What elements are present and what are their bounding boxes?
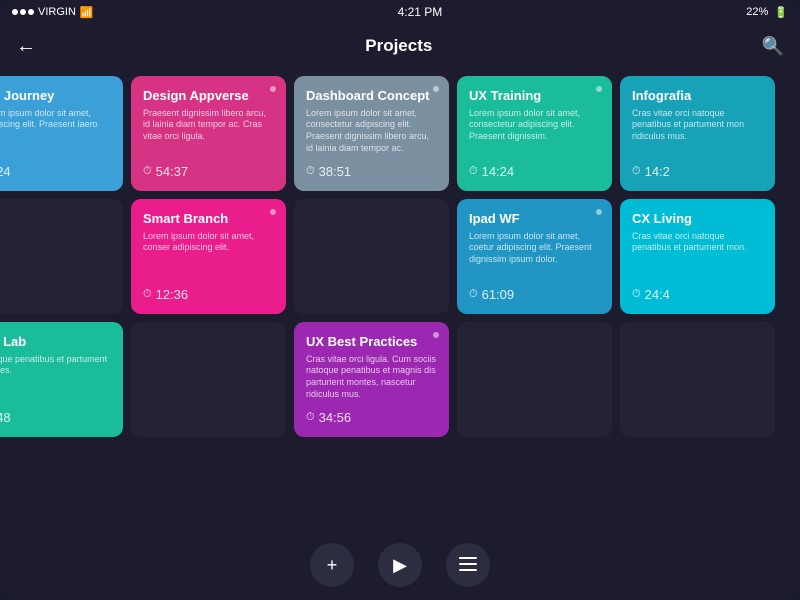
card-empty-3 xyxy=(131,322,286,437)
signal-dot-2 xyxy=(20,9,26,15)
status-time: 4:21 PM xyxy=(398,5,443,19)
signal-dot-1 xyxy=(12,9,18,15)
card-dashboard-concept[interactable]: Dashboard Concept Lorem ipsum dolor sit … xyxy=(294,76,449,191)
card-body: Lorem ipsum dolor sit amet, conser adipi… xyxy=(143,231,274,254)
timer-value: 14:2 xyxy=(645,164,670,179)
card-timer: ⏱ :24 xyxy=(0,164,111,179)
card-dot xyxy=(433,86,439,92)
timer-value: 54:37 xyxy=(156,164,189,179)
timer-icon: ⏱ xyxy=(143,165,152,178)
card-dot xyxy=(270,209,276,215)
card-body: Praesent dignissim libero arcu, id laini… xyxy=(143,108,274,143)
card-body: Lorem ipsum dolor sit amet, consectetur … xyxy=(306,108,437,155)
card-ing-lab[interactable]: ing Lab natoque penatibus et partument m… xyxy=(0,322,123,437)
card-dot xyxy=(270,86,276,92)
timer-value: 14:24 xyxy=(482,164,515,179)
card-dot xyxy=(596,86,602,92)
card-timer: ⏱ 14:2 xyxy=(632,164,763,179)
wifi-icon: 📶 xyxy=(80,6,94,19)
back-button[interactable]: ← xyxy=(16,35,36,58)
cards-grid: ner Journey Lorem ipsum dolor sit amet, … xyxy=(0,76,752,437)
battery-icon: 🔋 xyxy=(774,6,788,19)
add-button[interactable]: + xyxy=(310,543,354,587)
timer-icon: ⏱ xyxy=(469,165,478,178)
card-timer: ⏱ :48 xyxy=(0,410,111,425)
device-frame: VIRGIN 📶 4:21 PM 22% 🔋 ← Projects 🔍 ner … xyxy=(0,0,800,600)
status-left: VIRGIN 📶 xyxy=(12,6,94,19)
list-icon xyxy=(459,557,477,573)
card-title: ing Lab xyxy=(0,334,111,350)
card-dot xyxy=(433,332,439,338)
card-title: CX Living xyxy=(632,211,763,227)
card-empty-2 xyxy=(294,199,449,314)
timer-value: 24:4 xyxy=(645,287,670,302)
card-ux-training[interactable]: UX Training Lorem ipsum dolor sit amet, … xyxy=(457,76,612,191)
card-empty-1 xyxy=(0,199,123,314)
card-ner-journey[interactable]: ner Journey Lorem ipsum dolor sit amet, … xyxy=(0,76,123,191)
timer-icon: ⏱ xyxy=(469,288,478,301)
card-timer: ⏱ 38:51 xyxy=(306,164,437,179)
timer-value: 12:36 xyxy=(156,287,189,302)
status-right: 22% 🔋 xyxy=(746,6,788,19)
timer-value: 61:09 xyxy=(482,287,515,302)
card-body: Cras vitae orci natoque penatibus et par… xyxy=(632,108,763,143)
card-cx-living[interactable]: CX Living Cras vitae orci natoque penati… xyxy=(620,199,775,314)
play-button[interactable]: ▶ xyxy=(378,543,422,587)
card-title: Design Appverse xyxy=(143,88,274,104)
timer-icon: ⏱ xyxy=(306,411,315,424)
card-timer: ⏱ 34:56 xyxy=(306,410,437,425)
timer-icon: ⏱ xyxy=(143,288,152,301)
card-body: Lorem ipsum dolor sit amet, adipiscing e… xyxy=(0,108,111,143)
card-dot xyxy=(596,209,602,215)
page-title: Projects xyxy=(365,36,432,56)
card-body: natoque penatibus et partument montes. xyxy=(0,354,111,377)
card-title: ner Journey xyxy=(0,88,111,104)
card-timer: ⏱ 24:4 xyxy=(632,287,763,302)
add-icon: + xyxy=(327,555,338,576)
status-bar: VIRGIN 📶 4:21 PM 22% 🔋 xyxy=(0,0,800,24)
timer-value: :24 xyxy=(0,164,11,179)
timer-icon: ⏱ xyxy=(306,165,315,178)
card-title: Infografia xyxy=(632,88,763,104)
signal-dot-3 xyxy=(28,9,34,15)
card-title: Dashboard Concept xyxy=(306,88,437,104)
carrier-label: VIRGIN xyxy=(38,6,76,18)
card-title: UX Training xyxy=(469,88,600,104)
timer-icon: ⏱ xyxy=(632,288,641,301)
timer-value: 38:51 xyxy=(319,164,352,179)
card-body: Cras vitae orci ligula. Cum sociis natoq… xyxy=(306,354,437,401)
card-smart-branch[interactable]: Smart Branch Lorem ipsum dolor sit amet,… xyxy=(131,199,286,314)
card-empty-5 xyxy=(620,322,775,437)
play-icon: ▶ xyxy=(393,555,407,576)
card-ux-best-practices[interactable]: UX Best Practices Cras vitae orci ligula… xyxy=(294,322,449,437)
card-timer: ⏱ 12:36 xyxy=(143,287,274,302)
cards-grid-area: ner Journey Lorem ipsum dolor sit amet, … xyxy=(0,68,800,530)
card-title: Ipad WF xyxy=(469,211,600,227)
card-timer: ⏱ 54:37 xyxy=(143,164,274,179)
card-design-appverse[interactable]: Design Appverse Praesent dignissim liber… xyxy=(131,76,286,191)
card-body: Lorem ipsum dolor sit amet, consectetur … xyxy=(469,108,600,143)
battery-pct: 22% xyxy=(746,6,768,18)
card-body: Lorem ipsum dolor sit amet, coetur adipi… xyxy=(469,231,600,266)
timer-value: 34:56 xyxy=(319,410,352,425)
timer-icon: ⏱ xyxy=(632,165,641,178)
nav-bar: ← Projects 🔍 xyxy=(0,24,800,68)
card-body: Cras vitae orci natoque penatibus et par… xyxy=(632,231,763,254)
card-timer: ⏱ 14:24 xyxy=(469,164,600,179)
card-title: UX Best Practices xyxy=(306,334,437,350)
list-button[interactable] xyxy=(446,543,490,587)
signal-dots xyxy=(12,9,34,15)
bottom-bar: + ▶ xyxy=(0,530,800,600)
card-ipad-wf[interactable]: Ipad WF Lorem ipsum dolor sit amet, coet… xyxy=(457,199,612,314)
card-timer: ⏱ 61:09 xyxy=(469,287,600,302)
search-button[interactable]: 🔍 xyxy=(762,36,784,57)
timer-value: :48 xyxy=(0,410,11,425)
card-empty-4 xyxy=(457,322,612,437)
card-title: Smart Branch xyxy=(143,211,274,227)
card-infografia[interactable]: Infografia Cras vitae orci natoque penat… xyxy=(620,76,775,191)
